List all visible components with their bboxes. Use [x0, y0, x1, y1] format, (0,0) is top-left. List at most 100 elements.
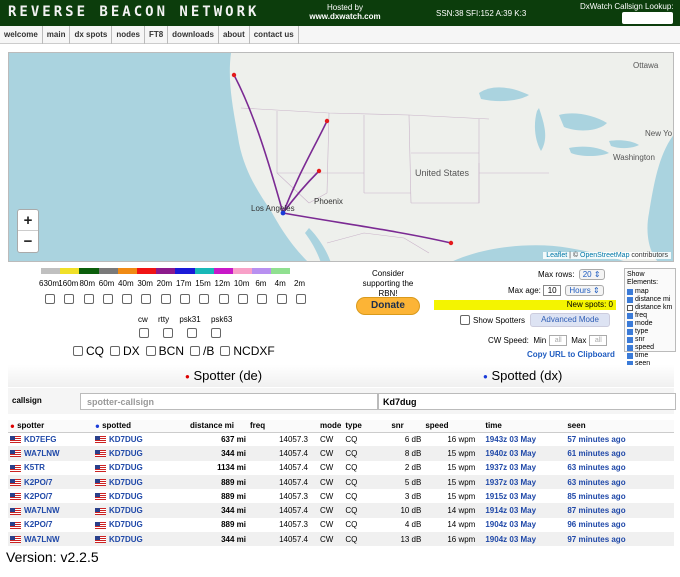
col-speed[interactable]: speed [423, 420, 478, 433]
show-element-checkbox[interactable] [627, 329, 633, 335]
table-row[interactable]: KD7EFG KD7DUG 637 mi 14057.3 CW CQ 6 dB 16 wpm 1… [8, 432, 674, 447]
nav-nodes[interactable]: nodes [112, 26, 145, 44]
hosted-site-link[interactable]: www.dxwatch.com [309, 12, 380, 21]
copy-url-link[interactable]: Copy URL to Clipboard [527, 350, 615, 359]
show-element-checkbox[interactable] [627, 321, 633, 327]
cell-spotter[interactable]: WA7LNW [8, 446, 93, 461]
filter-checkbox-b[interactable] [190, 346, 201, 356]
mode-checkbox-cw[interactable] [139, 328, 149, 338]
filter-checkbox-bcn[interactable] [145, 346, 156, 356]
show-element-distance-km[interactable]: distance km [627, 304, 673, 312]
show-element-checkbox[interactable] [627, 353, 633, 359]
table-row[interactable]: K2PO/7 KD7DUG 889 mi 14057.3 CW CQ 3 dB 15 wpm 1… [8, 489, 674, 504]
cell-spotted[interactable]: KD7DUG [93, 432, 188, 447]
show-element-distance-mi[interactable]: distance mi [627, 296, 673, 304]
col-type[interactable]: type [343, 420, 390, 433]
col-snr[interactable]: snr [389, 420, 424, 433]
show-element-checkbox[interactable] [627, 337, 633, 343]
nav-welcome[interactable]: welcome [0, 26, 43, 44]
max-age-input[interactable]: 10 [543, 285, 562, 296]
cell-spotted[interactable]: KD7DUG [93, 503, 188, 518]
filter-checkbox-cq[interactable] [73, 346, 83, 356]
show-element-map[interactable]: map [627, 288, 673, 296]
table-row[interactable]: WA7LNW KD7DUG 344 mi 14057.4 CW CQ 10 dB 14 wpm… [8, 503, 674, 518]
band-checkbox-2m[interactable] [295, 294, 306, 304]
cell-spotter[interactable]: KD7EFG [8, 432, 93, 447]
band-checkbox-17m[interactable] [180, 294, 191, 304]
site-logo[interactable]: REVERSE BEACON NETWORK [8, 4, 259, 20]
max-rows-select[interactable]: 20 ⇕ [578, 269, 605, 280]
col-spotter[interactable]: ● spotter [8, 420, 93, 433]
col-distance[interactable]: distance mi [188, 420, 248, 433]
nav-downloads[interactable]: downloads [168, 26, 219, 44]
cell-spotted[interactable]: KD7DUG [93, 460, 188, 475]
zoom-in-button[interactable]: + [18, 210, 38, 231]
nav-ft8[interactable]: FT8 [145, 26, 169, 44]
show-element-speed[interactable]: speed [627, 344, 673, 352]
cell-spotted[interactable]: KD7DUG [93, 517, 188, 533]
show-element-checkbox[interactable] [627, 305, 633, 311]
col-seen[interactable]: seen [565, 420, 674, 433]
nav-about[interactable]: about [219, 26, 250, 44]
cell-spotter[interactable]: K2PO/7 [8, 474, 93, 490]
nav-dx-spots[interactable]: dx spots [70, 26, 113, 44]
show-spotters-toggle[interactable]: Show Spotters [460, 315, 525, 325]
callsign-lookup-input[interactable] [622, 12, 673, 24]
band-checkbox-20m[interactable] [160, 294, 171, 304]
show-element-type[interactable]: type [627, 328, 673, 336]
filter-checkbox-ncdxf[interactable] [220, 346, 231, 356]
table-row[interactable]: WA7LNW KD7DUG 344 mi 14057.4 CW CQ 13 dB 16 wpm… [8, 532, 674, 547]
show-element-checkbox[interactable] [627, 289, 633, 295]
donate-button[interactable]: Donate [356, 297, 420, 315]
max-age-unit-select[interactable]: Hours ⇕ [565, 285, 604, 296]
spot-map[interactable]: Ottawa New Yo Washington United States P… [8, 52, 674, 262]
filter-checkbox-dx[interactable] [110, 346, 120, 356]
mode-checkbox-rtty[interactable] [163, 328, 173, 338]
mode-checkbox-psk31[interactable] [187, 328, 197, 338]
spotter-callsign-input[interactable]: spotter-callsign [80, 393, 378, 410]
cell-spotted[interactable]: KD7DUG [93, 474, 188, 490]
show-element-freq[interactable]: freq [627, 312, 673, 320]
cell-spotted[interactable]: KD7DUG [93, 446, 188, 461]
band-checkbox-160m[interactable] [64, 294, 75, 304]
cell-spotted[interactable]: KD7DUG [93, 489, 188, 504]
show-spotters-checkbox[interactable] [460, 315, 470, 325]
table-row[interactable]: K2PO/7 KD7DUG 889 mi 14057.3 CW CQ 4 dB 14 wpm 1… [8, 517, 674, 533]
spotted-callsign-input[interactable]: Kd7dug [378, 393, 676, 410]
cw-speed-max-input[interactable]: all [589, 335, 608, 346]
table-row[interactable]: K5TR KD7DUG 1134 mi 14057.4 CW CQ 2 dB 15 wpm 19… [8, 460, 674, 475]
table-row[interactable]: K2PO/7 KD7DUG 889 mi 14057.4 CW CQ 5 dB 15 wpm 1… [8, 474, 674, 490]
cell-spotter[interactable]: K2PO/7 [8, 489, 93, 504]
osm-link[interactable]: OpenStreetMap [580, 252, 629, 259]
cell-spotter[interactable]: K5TR [8, 460, 93, 475]
nav-contact-us[interactable]: contact us [250, 26, 299, 44]
band-checkbox-40m[interactable] [122, 294, 133, 304]
cell-spotter[interactable]: WA7LNW [8, 503, 93, 518]
show-element-time[interactable]: time [627, 352, 673, 360]
band-checkbox-12m[interactable] [218, 294, 229, 304]
band-checkbox-80m[interactable] [83, 294, 94, 304]
show-element-checkbox[interactable] [627, 297, 633, 303]
col-time[interactable]: time [477, 420, 566, 433]
band-checkbox-630m[interactable] [45, 294, 55, 304]
mode-checkbox-psk63[interactable] [211, 328, 221, 338]
band-checkbox-6m[interactable] [257, 294, 268, 304]
band-checkbox-60m[interactable] [102, 294, 113, 304]
show-element-checkbox[interactable] [627, 345, 633, 351]
cell-spotter[interactable]: K2PO/7 [8, 517, 93, 533]
nav-main[interactable]: main [43, 26, 71, 44]
show-element-mode[interactable]: mode [627, 320, 673, 328]
show-element-snr[interactable]: snr [627, 336, 673, 344]
cw-speed-min-input[interactable]: all [549, 335, 568, 346]
col-mode[interactable]: mode [310, 420, 344, 433]
band-checkbox-30m[interactable] [141, 294, 152, 304]
cell-spotter[interactable]: WA7LNW [8, 532, 93, 547]
col-freq[interactable]: freq [248, 420, 310, 433]
band-checkbox-15m[interactable] [199, 294, 210, 304]
col-spotted[interactable]: ● spotted [93, 420, 188, 433]
leaflet-link[interactable]: Leaflet [546, 252, 567, 259]
zoom-out-button[interactable]: − [18, 231, 38, 252]
show-element-checkbox[interactable] [627, 313, 633, 319]
band-checkbox-4m[interactable] [276, 294, 287, 304]
band-checkbox-10m[interactable] [237, 294, 248, 304]
